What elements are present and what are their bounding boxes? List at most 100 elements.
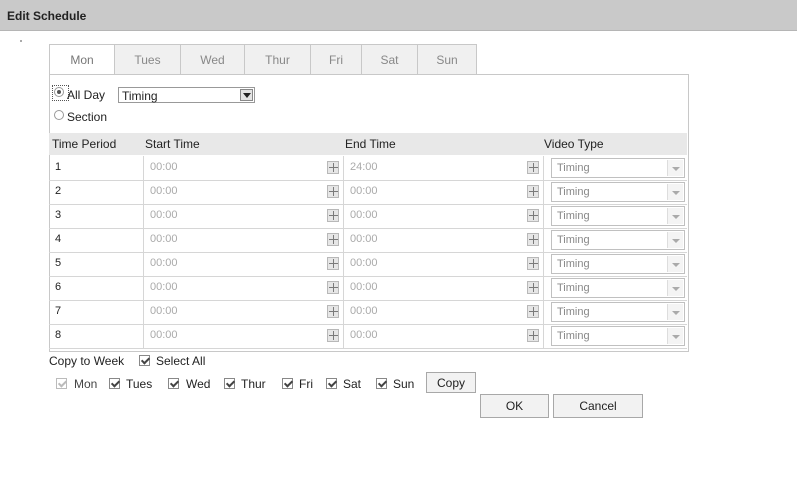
video-type-select[interactable]: Timing bbox=[551, 182, 685, 202]
copy-thur-checkbox[interactable] bbox=[224, 378, 235, 389]
clock-icon[interactable] bbox=[327, 185, 339, 198]
video-type-select[interactable]: Timing bbox=[551, 158, 685, 178]
copy-sat-checkbox[interactable] bbox=[326, 378, 337, 389]
start-time-input[interactable]: 00:00 bbox=[150, 233, 178, 245]
tab-wed[interactable]: Wed bbox=[181, 44, 245, 75]
tab-fri[interactable]: Fri bbox=[311, 44, 362, 75]
clock-icon[interactable] bbox=[527, 257, 539, 270]
start-time-input[interactable]: 00:00 bbox=[150, 281, 178, 293]
end-time-input[interactable]: 00:00 bbox=[350, 305, 378, 317]
header-end-time: End Time bbox=[345, 137, 396, 151]
all-day-radio[interactable] bbox=[54, 87, 64, 97]
copy-button[interactable]: Copy bbox=[426, 372, 476, 393]
end-time-input[interactable]: 00:00 bbox=[350, 209, 378, 221]
period-number: 4 bbox=[55, 233, 62, 245]
period-number: 1 bbox=[55, 161, 62, 173]
chevron-down-icon bbox=[667, 208, 683, 224]
chevron-down-icon bbox=[667, 328, 683, 344]
table-row: 4 00:00 00:00 Timing bbox=[49, 228, 687, 253]
ok-button[interactable]: OK bbox=[480, 394, 549, 418]
end-time-input[interactable]: 00:00 bbox=[350, 257, 378, 269]
chevron-down-icon bbox=[667, 184, 683, 200]
cancel-button[interactable]: Cancel bbox=[553, 394, 643, 418]
chevron-down-icon bbox=[667, 232, 683, 248]
tab-tues[interactable]: Tues bbox=[115, 44, 181, 75]
dialog-title: Edit Schedule bbox=[7, 9, 87, 23]
video-type-value: Timing bbox=[557, 282, 590, 294]
video-type-select[interactable]: Timing bbox=[551, 326, 685, 346]
table-row: 6 00:00 00:00 Timing bbox=[49, 276, 687, 301]
end-time-input[interactable]: 00:00 bbox=[350, 281, 378, 293]
select-all-checkbox[interactable] bbox=[139, 355, 150, 366]
clock-icon[interactable] bbox=[327, 281, 339, 294]
copy-fri-checkbox[interactable] bbox=[282, 378, 293, 389]
all-day-type-value: Timing bbox=[122, 89, 158, 103]
header-start-time: Start Time bbox=[145, 137, 200, 151]
tab-sun[interactable]: Sun bbox=[418, 44, 477, 75]
period-number: 2 bbox=[55, 185, 62, 197]
tab-sat[interactable]: Sat bbox=[362, 44, 418, 75]
section-radio[interactable] bbox=[54, 110, 64, 120]
header-time-period: Time Period bbox=[52, 137, 117, 151]
select-all-label: Select All bbox=[156, 354, 206, 368]
tab-thur[interactable]: Thur bbox=[245, 44, 311, 75]
table-row: 2 00:00 00:00 Timing bbox=[49, 180, 687, 205]
copy-wed-label: Wed bbox=[186, 377, 211, 391]
header-video-type: Video Type bbox=[544, 137, 604, 151]
copy-wed-checkbox[interactable] bbox=[168, 378, 179, 389]
all-day-type-select[interactable]: Timing bbox=[118, 87, 255, 103]
end-time-input[interactable]: 00:00 bbox=[350, 329, 378, 341]
clock-icon[interactable] bbox=[527, 209, 539, 222]
copy-tues-checkbox[interactable] bbox=[109, 378, 120, 389]
period-number: 5 bbox=[55, 257, 62, 269]
table-row: 8 00:00 00:00 Timing bbox=[49, 324, 687, 349]
video-type-value: Timing bbox=[557, 210, 590, 222]
copy-sat-label: Sat bbox=[343, 377, 362, 391]
copy-sun-checkbox[interactable] bbox=[376, 378, 387, 389]
start-time-input[interactable]: 00:00 bbox=[150, 305, 178, 317]
chevron-down-icon bbox=[667, 304, 683, 320]
clock-icon[interactable] bbox=[527, 185, 539, 198]
clock-icon[interactable] bbox=[527, 305, 539, 318]
all-day-label: All Day bbox=[67, 88, 106, 102]
table-header: Time Period Start Time End Time Video Ty… bbox=[49, 133, 687, 155]
video-type-select[interactable]: Timing bbox=[551, 230, 685, 250]
end-time-input[interactable]: 00:00 bbox=[350, 185, 378, 197]
copy-mon-checkbox[interactable] bbox=[56, 378, 67, 389]
clock-icon[interactable] bbox=[527, 281, 539, 294]
copy-fri-label: Fri bbox=[299, 377, 313, 391]
clock-icon[interactable] bbox=[527, 161, 539, 174]
clock-icon[interactable] bbox=[327, 305, 339, 318]
period-number: 7 bbox=[55, 305, 62, 317]
copy-tues-label: Tues bbox=[126, 377, 153, 391]
start-time-input[interactable]: 00:00 bbox=[150, 329, 178, 341]
video-type-select[interactable]: Timing bbox=[551, 302, 685, 322]
table-row: 7 00:00 00:00 Timing bbox=[49, 300, 687, 325]
chevron-down-icon bbox=[667, 160, 683, 176]
start-time-input[interactable]: 00:00 bbox=[150, 257, 178, 269]
video-type-select[interactable]: Timing bbox=[551, 206, 685, 226]
video-type-select[interactable]: Timing bbox=[551, 254, 685, 274]
start-time-input[interactable]: 00:00 bbox=[150, 161, 178, 173]
copy-to-week-label: Copy to Week bbox=[49, 354, 125, 368]
chevron-down-icon bbox=[667, 256, 683, 272]
video-type-value: Timing bbox=[557, 258, 590, 270]
video-type-value: Timing bbox=[557, 306, 590, 318]
start-time-input[interactable]: 00:00 bbox=[150, 209, 178, 221]
clock-icon[interactable] bbox=[327, 257, 339, 270]
section-label: Section bbox=[67, 110, 108, 124]
clock-icon[interactable] bbox=[327, 233, 339, 246]
end-time-input[interactable]: 00:00 bbox=[350, 233, 378, 245]
video-type-value: Timing bbox=[557, 162, 590, 174]
clock-icon[interactable] bbox=[527, 233, 539, 246]
tab-mon[interactable]: Mon bbox=[49, 44, 115, 75]
table-row: 3 00:00 00:00 Timing bbox=[49, 204, 687, 229]
clock-icon[interactable] bbox=[327, 209, 339, 222]
video-type-select[interactable]: Timing bbox=[551, 278, 685, 298]
clock-icon[interactable] bbox=[327, 161, 339, 174]
clock-icon[interactable] bbox=[327, 329, 339, 342]
start-time-input[interactable]: 00:00 bbox=[150, 185, 178, 197]
end-time-input[interactable]: 24:00 bbox=[350, 161, 378, 173]
chevron-down-icon bbox=[240, 89, 253, 101]
clock-icon[interactable] bbox=[527, 329, 539, 342]
